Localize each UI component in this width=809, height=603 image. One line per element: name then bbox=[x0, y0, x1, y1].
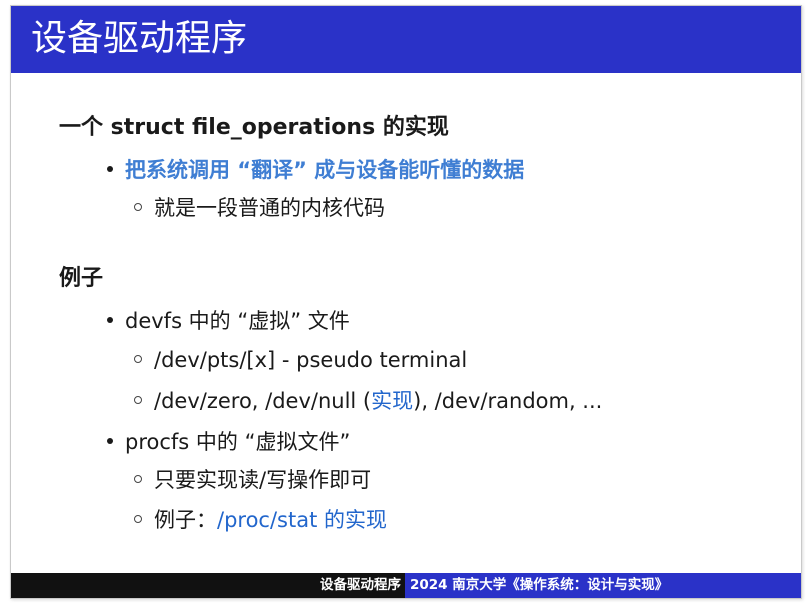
slide-title: 设备驱动程序 bbox=[31, 18, 248, 59]
section-heading-implementation: 一个 struct file_operations 的实现 bbox=[59, 115, 449, 140]
bullet-text: 把系统调用 “翻译” 成与设备能听懂的数据 bbox=[125, 158, 525, 182]
bullet-text: procfs 中的 “虚拟文件” bbox=[125, 430, 351, 454]
bullet-translate-syscall: 把系统调用 “翻译” 成与设备能听懂的数据 bbox=[107, 156, 524, 184]
sub-bullet-ring-icon bbox=[134, 396, 142, 404]
sub-bullet-dev-zero-null: /dev/zero, /dev/null (实现), /dev/random, … bbox=[134, 387, 602, 415]
sub-bullet-text-prefix: /dev/zero, /dev/null ( bbox=[154, 389, 372, 413]
slide-footer: 设备驱动程序 2024 南京大学《操作系统：设计与实现》 bbox=[11, 573, 801, 598]
sub-bullet-ring-icon bbox=[134, 203, 142, 211]
bullet-devfs: devfs 中的 “虚拟” 文件 bbox=[107, 307, 350, 335]
implementation-link[interactable]: 实现 bbox=[371, 389, 413, 413]
title-bar: 设备驱动程序 bbox=[11, 6, 801, 73]
proc-stat-link[interactable]: /proc/stat 的实现 bbox=[217, 508, 387, 532]
sub-bullet-ring-icon bbox=[134, 515, 142, 523]
bullet-dot-icon bbox=[107, 166, 113, 172]
bullet-procfs: procfs 中的 “虚拟文件” bbox=[107, 428, 350, 456]
sub-bullet-ring-icon bbox=[134, 355, 142, 363]
bullet-text: devfs 中的 “虚拟” 文件 bbox=[125, 309, 350, 333]
sub-bullet-read-write: 只要实现读/写操作即可 bbox=[134, 466, 371, 494]
slide: 设备驱动程序 一个 struct file_operations 的实现 把系统… bbox=[10, 5, 802, 599]
sub-bullet-proc-stat-example: 例子：/proc/stat 的实现 bbox=[134, 506, 387, 534]
sub-bullet-text: /dev/pts/[x] - pseudo terminal bbox=[154, 348, 468, 372]
section-heading-examples: 例子 bbox=[59, 266, 104, 291]
sub-bullet-text: 就是一段普通的内核代码 bbox=[154, 196, 385, 220]
sub-bullet-ring-icon bbox=[134, 475, 142, 483]
sub-bullet-pts: /dev/pts/[x] - pseudo terminal bbox=[134, 346, 467, 374]
sub-bullet-kernel-code: 就是一段普通的内核代码 bbox=[134, 194, 385, 222]
footer-course-title: 2024 南京大学《操作系统：设计与实现》 bbox=[405, 573, 801, 598]
sub-bullet-text: 只要实现读/写操作即可 bbox=[154, 468, 372, 492]
bullet-dot-icon bbox=[107, 317, 113, 323]
sub-bullet-text-prefix: 例子： bbox=[154, 508, 217, 532]
sub-bullet-text-suffix: ), /dev/random, ... bbox=[413, 389, 603, 413]
bullet-dot-icon bbox=[107, 438, 113, 444]
footer-section-title: 设备驱动程序 bbox=[11, 573, 405, 598]
